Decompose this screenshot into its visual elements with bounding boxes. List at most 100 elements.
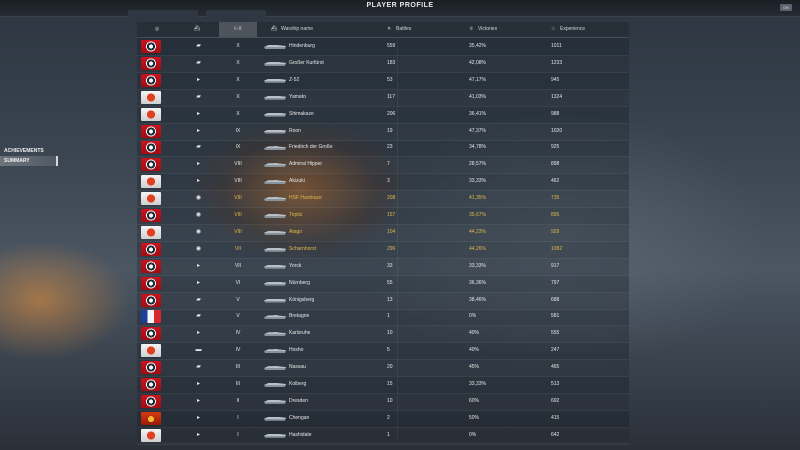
ship-name-cell: Königsberg (289, 296, 315, 303)
ship-type-icon: ▰ (196, 43, 201, 49)
table-row[interactable]: ▰ III Nassau 20 45% 465 (137, 359, 629, 378)
battles-cell: 33 (387, 262, 393, 269)
victories-cell: 60% (469, 397, 480, 404)
battles-cell: 20 (387, 364, 393, 371)
table-row[interactable]: ▸ IX Roon 19 47,37% 1020 (137, 123, 629, 141)
table-row[interactable]: ▸ VII Yorck 33 33,33% 917 (137, 258, 629, 276)
ship-name-cell: Friedrich der Große (289, 144, 333, 151)
nation-flag-icon (141, 428, 161, 442)
tier-cell: X (236, 43, 240, 49)
battles-cell: 208 (387, 195, 396, 202)
table-row[interactable]: ▸ III Kolberg 15 33,33% 513 (137, 376, 629, 394)
battles-cell: 53 (387, 76, 393, 83)
table-row[interactable]: ◉ VII Scharnhorst 296 44,26% 1082 (137, 241, 629, 259)
table-row[interactable]: ▸ X Z-52 53 47,17% 945 (137, 72, 629, 90)
ship-column-header[interactable]: Warship name (281, 22, 313, 37)
ship-silhouette-icon (264, 280, 286, 286)
battles-cell: 15 (387, 381, 393, 387)
top-tab-mid[interactable] (206, 10, 266, 17)
experience-cell: 735 (551, 195, 560, 202)
victories-cell: 0% (469, 431, 477, 438)
ship-silhouette-icon (264, 196, 286, 202)
victories-cell: 47,37% (469, 127, 486, 134)
table-row[interactable]: ▰ IX Friedrich der Große 23 34,78% 925 (137, 139, 629, 158)
ship-name-cell: Tirpitz (289, 212, 303, 218)
battles-cell: 10 (387, 330, 393, 337)
nation-flag-icon (141, 378, 161, 391)
victories-cell: 35,42% (469, 43, 486, 49)
type-filter-icon[interactable]: ⛴ (191, 22, 203, 37)
experience-column-header[interactable]: Experience (560, 22, 585, 37)
table-row[interactable]: ◉ VIII Tirpitz 157 35,67% 895 (137, 207, 629, 225)
ship-name-cell: Atago (289, 228, 303, 235)
table-row[interactable]: ▸ IV Karlsruhe 10 40% 555 (137, 325, 629, 344)
ship-type-icon: ▰ (196, 93, 201, 100)
table-row[interactable]: ▸ I Chengan 2 50% 415 (137, 410, 629, 428)
battles-cell: 1 (387, 313, 390, 320)
table-row[interactable]: ▰ V Bretagne 1 0% 581 (137, 308, 629, 327)
battles-column-header[interactable]: Battles (396, 22, 411, 37)
ship-type-icon: ▰ (196, 59, 201, 66)
table-row[interactable]: ▰ X Großer Kurfürst 183 42,08% 1233 (137, 55, 629, 73)
nation-flag-icon (141, 276, 161, 290)
ship-name-cell: Yorck (289, 262, 302, 269)
experience-cell: 797 (551, 279, 560, 286)
victories-icon: ♕ (469, 26, 474, 32)
table-row[interactable]: ▰ V Königsberg 13 38,46% 688 (137, 292, 629, 310)
experience-cell: 513 (551, 381, 560, 387)
table-row[interactable]: ▸ X Shimakaze 206 36,41% 988 (137, 106, 629, 124)
nation-flag-icon (141, 344, 161, 358)
nation-flag-icon (141, 394, 161, 408)
tier-cell: VIII (234, 178, 242, 185)
nation-flag-icon (141, 361, 161, 375)
nation-flag-icon (141, 225, 161, 239)
victories-cell: 35,67% (469, 212, 486, 218)
experience-cell: 928 (551, 228, 560, 235)
ship-name-cell: Nürnberg (289, 279, 310, 286)
sidebar-item-summary[interactable]: SUMMARY (0, 156, 58, 166)
table-row[interactable]: ▰ X Hindenburg 559 35,42% 1011 (137, 38, 629, 56)
ship-name-cell: Dresden (289, 397, 308, 404)
table-header: ◎ ⛴ I–X ⛴ Warship name ✕ Battles ♕ Victo… (137, 22, 629, 38)
ship-silhouette-icon (264, 382, 286, 387)
table-row[interactable]: ◉ VIII HSF Harekaze 208 41,35% 735 (137, 190, 629, 209)
table-row[interactable]: ▸ I Hashidate 1 0% 642 (137, 427, 629, 445)
victories-column-header[interactable]: Victories (478, 22, 497, 37)
ship-silhouette-icon (264, 229, 286, 235)
tier-cell: IX (235, 144, 241, 151)
ship-type-icon: ▸ (196, 262, 200, 269)
experience-cell: 988 (551, 110, 560, 117)
sidebar-item-achievements[interactable]: ACHIEVEMENTS (0, 146, 58, 156)
nation-flag-icon (141, 327, 161, 341)
nation-flag-icon (141, 124, 161, 138)
experience-cell: 247 (551, 347, 560, 354)
ship-column-icon: ⛴ (270, 26, 278, 32)
table-row[interactable]: ▰ X Yamato 117 41,03% 1324 (137, 89, 629, 107)
victories-cell: 36,36% (469, 279, 486, 286)
tier-column-header[interactable]: I–X (219, 22, 257, 37)
battles-cell: 7 (387, 161, 390, 168)
table-row[interactable]: ◉ VIII Atago 104 44,23% 928 (137, 224, 629, 242)
top-tab-left[interactable] (128, 10, 198, 17)
settings-toggle[interactable]: ON (780, 4, 792, 11)
nation-flag-icon (141, 209, 161, 222)
experience-cell: 898 (551, 161, 560, 168)
ship-name-cell: Akizuki (289, 178, 305, 185)
battles-cell: 13 (387, 296, 393, 303)
tier-cell: VIII (234, 212, 242, 218)
victories-cell: 44,26% (469, 245, 486, 252)
table-row[interactable]: ▬ IV Hosho 5 40% 247 (137, 342, 629, 361)
ship-type-icon: ▸ (196, 397, 200, 404)
ship-name-cell: Admiral Hipper (289, 161, 323, 168)
nation-flag-icon (141, 158, 161, 172)
experience-cell: 945 (551, 76, 560, 83)
table-row[interactable]: ▸ II Dresden 10 60% 692 (137, 393, 629, 411)
nation-filter-icon[interactable]: ◎ (151, 22, 163, 37)
ship-name-cell: Z-52 (289, 76, 300, 83)
victories-cell: 0% (469, 313, 477, 320)
table-row[interactable]: ▸ VI Nürnberg 55 36,36% 797 (137, 275, 629, 293)
tier-cell: X (236, 93, 240, 100)
ship-silhouette-icon (264, 365, 286, 371)
table-row[interactable]: ▸ VIII Admiral Hipper 7 28,57% 898 (137, 156, 629, 175)
table-row[interactable]: ▸ VIII Akizuki 3 33,33% 462 (137, 173, 629, 192)
